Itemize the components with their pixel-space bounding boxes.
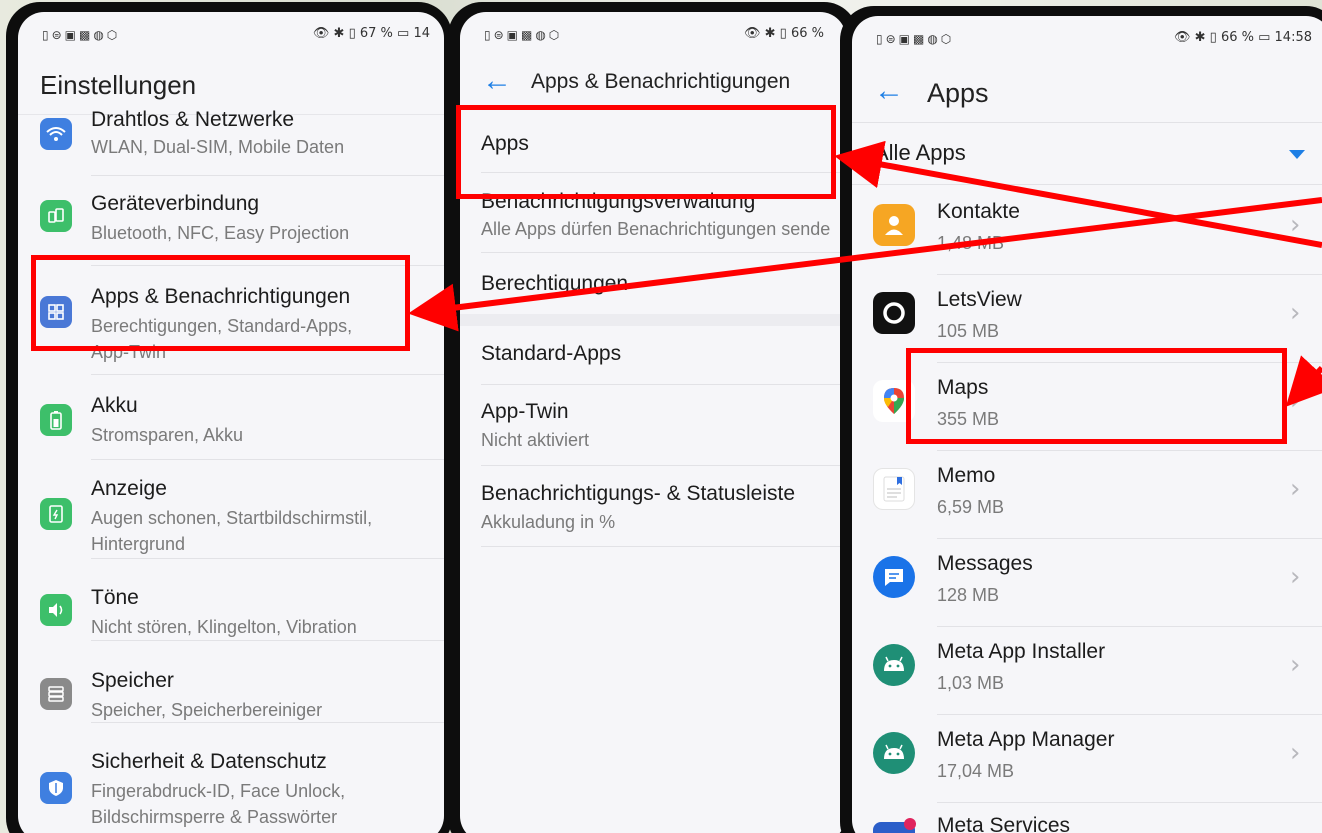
arrow-to-apps-notifications [408, 197, 1322, 332]
arrow-to-maps [1285, 355, 1322, 407]
annotation-arrows [408, 140, 1322, 407]
